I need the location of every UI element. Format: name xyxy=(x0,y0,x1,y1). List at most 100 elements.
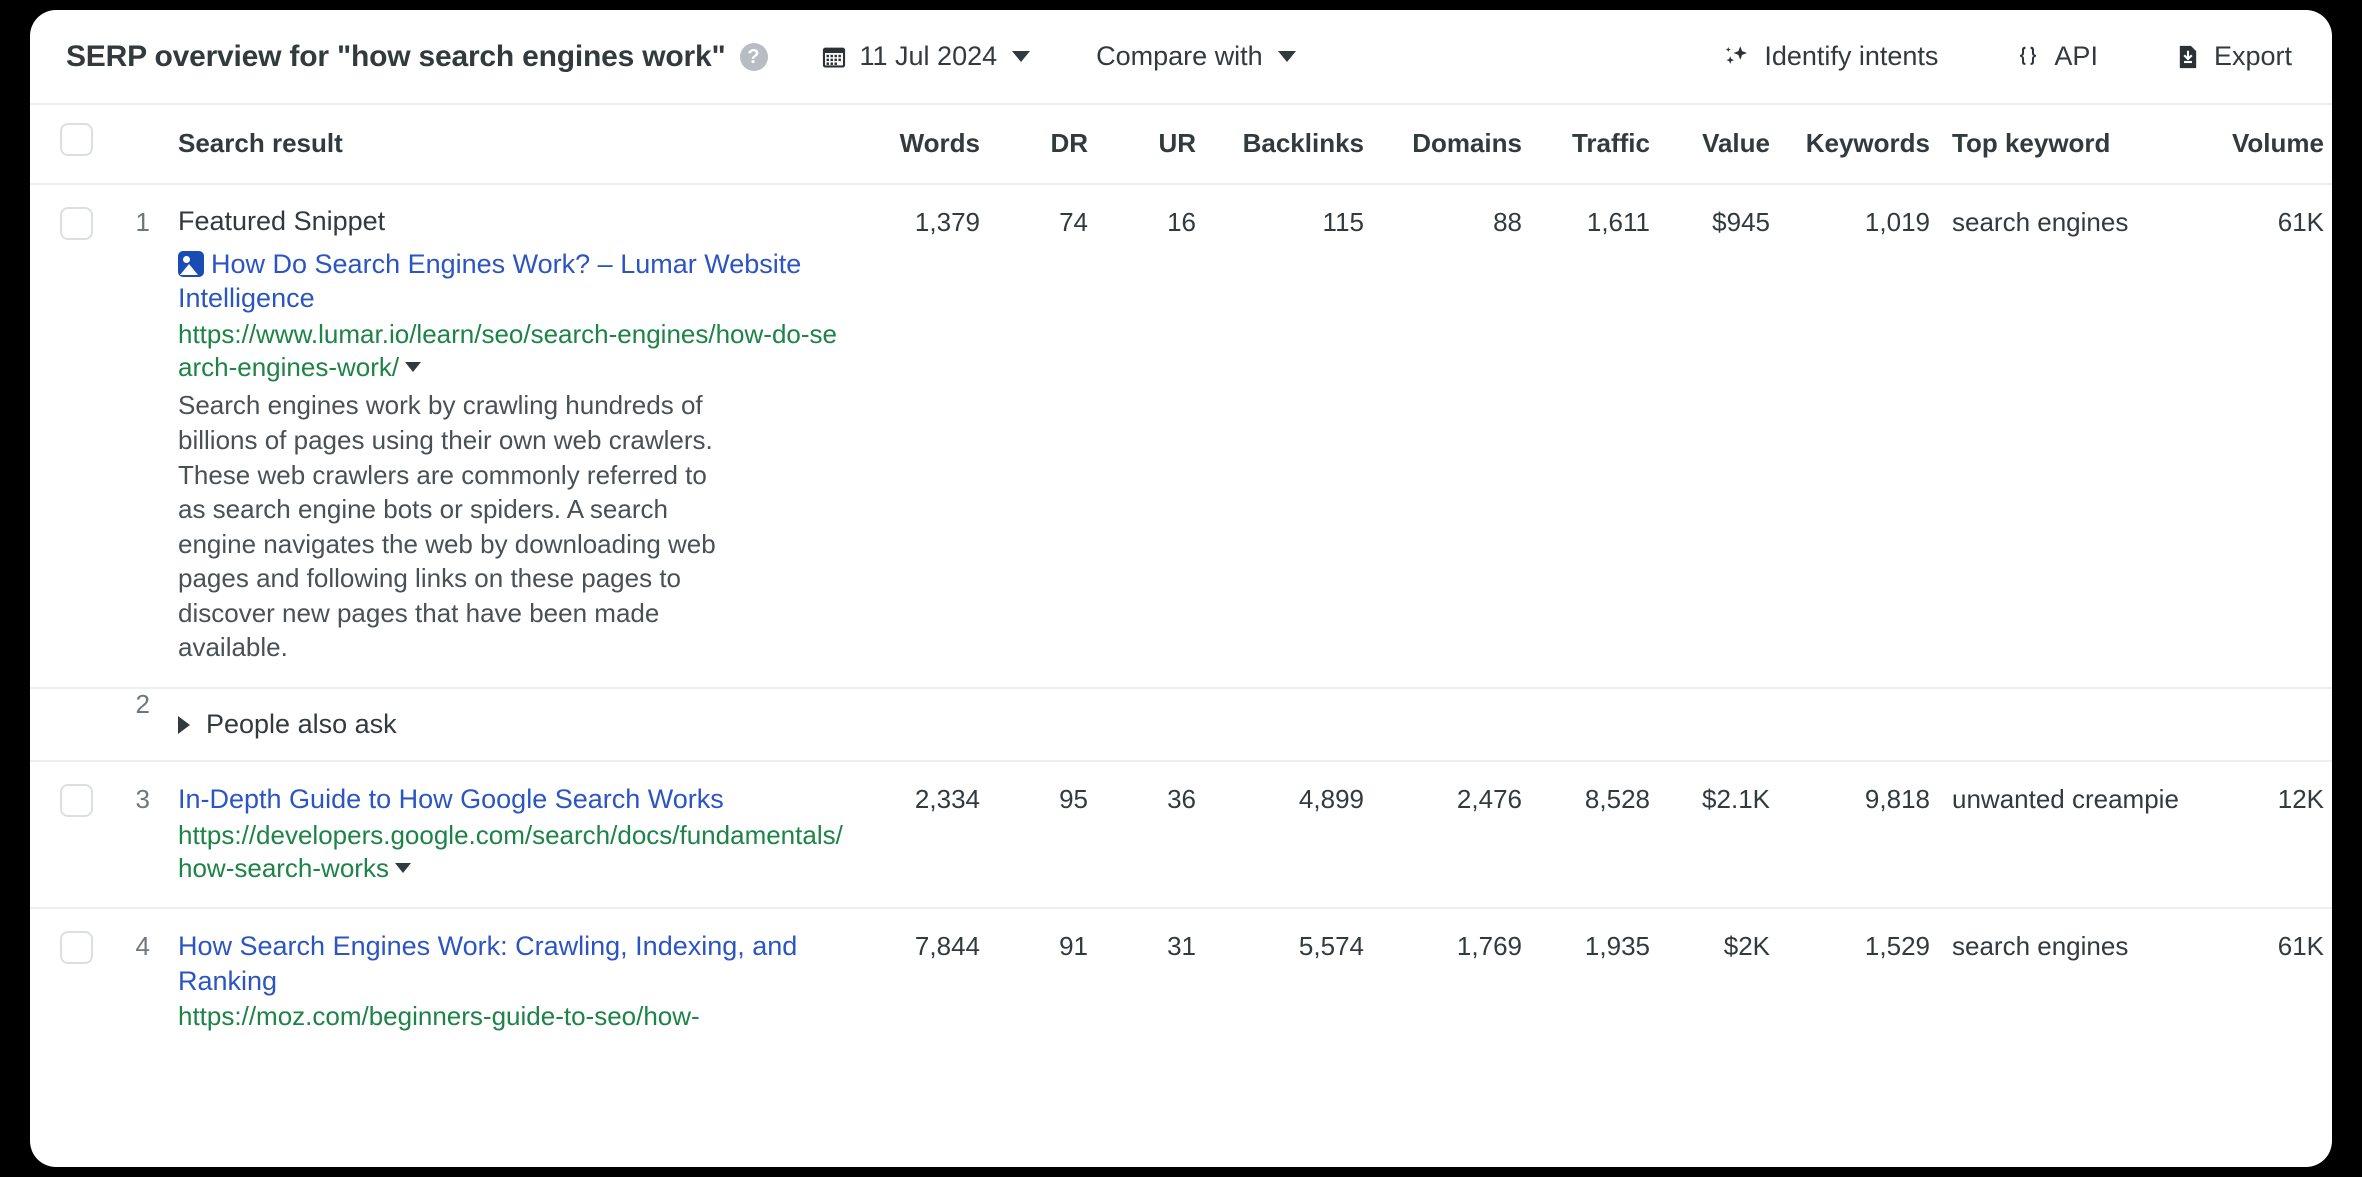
row-checkbox[interactable] xyxy=(60,207,93,240)
compare-with-button[interactable]: Compare with xyxy=(1096,43,1296,70)
chevron-down-icon xyxy=(1012,51,1031,62)
row-search-result: In-Depth Guide to How Google Search Work… xyxy=(150,761,850,910)
serp-results-table: Search result Words DR UR Backlinks Doma… xyxy=(30,105,2332,1055)
cell-volume: 61K xyxy=(2190,184,2332,689)
result-description: Search engines work by crawling hundreds… xyxy=(178,390,716,663)
row-position: 1 xyxy=(98,184,150,689)
identify-intents-label: Identify intents xyxy=(1764,41,1939,71)
chevron-right-icon[interactable] xyxy=(178,715,190,734)
column-header-volume[interactable]: Volume xyxy=(2190,105,2332,185)
row-checkbox[interactable] xyxy=(60,784,93,817)
calendar-icon xyxy=(820,43,848,71)
row-select-cell xyxy=(30,184,98,689)
help-circle-icon[interactable]: ? xyxy=(739,42,768,71)
cell-words: 1,379 xyxy=(850,184,980,689)
position-header xyxy=(98,105,150,185)
image-result-icon xyxy=(178,250,204,277)
column-header-domains[interactable]: Domains xyxy=(1364,105,1522,185)
row-position: 3 xyxy=(98,761,150,910)
row-select-cell xyxy=(30,908,98,1055)
column-header-backlinks[interactable]: Backlinks xyxy=(1196,105,1364,185)
row-search-result: People also ask xyxy=(150,688,2332,762)
row-position: 2 xyxy=(98,688,150,762)
api-button[interactable]: API xyxy=(2014,43,2098,71)
date-picker-label: 11 Jul 2024 xyxy=(859,41,998,71)
row-search-result: Featured Snippet How Do Search Engines W… xyxy=(150,184,850,689)
table-row: 1 Featured Snippet How Do Search Engines… xyxy=(30,184,2332,689)
column-header-dr[interactable]: DR xyxy=(980,105,1088,185)
row-select-cell xyxy=(30,688,98,762)
table-row: 3 In-Depth Guide to How Google Search Wo… xyxy=(30,761,2332,910)
cell-dr: 74 xyxy=(980,184,1088,689)
result-url[interactable]: https://developers.google.com/search/doc… xyxy=(178,819,850,886)
cell-top-keyword[interactable]: unwanted creampie xyxy=(1930,761,2190,910)
cell-volume: 61K xyxy=(2277,931,2324,962)
cell-domains[interactable]: 2,476 xyxy=(1364,761,1522,910)
result-title-text: How Do Search Engines Work? – Lumar Webs… xyxy=(178,248,802,314)
people-also-ask-label: People also ask xyxy=(206,709,397,739)
result-url-text: https://www.lumar.io/learn/seo/search-en… xyxy=(178,318,837,383)
cell-traffic: 8,528 xyxy=(1522,761,1650,910)
cell-value: $2K xyxy=(1723,931,1770,962)
compare-with-label: Compare with xyxy=(1096,41,1263,71)
select-all-checkbox[interactable] xyxy=(60,123,93,156)
table-header: Search result Words DR UR Backlinks Doma… xyxy=(30,105,2332,185)
row-checkbox[interactable] xyxy=(60,931,93,965)
download-file-icon xyxy=(2174,43,2202,71)
cell-keywords[interactable]: 9,818 xyxy=(1770,761,1930,910)
cell-backlinks[interactable]: 115 xyxy=(1196,184,1364,689)
chevron-down-icon xyxy=(1277,51,1296,62)
cell-top-keyword[interactable]: search engines xyxy=(1930,908,2190,1055)
cell-keywords[interactable]: 1,019 xyxy=(1770,184,1930,689)
result-title-link[interactable]: In-Depth Guide to How Google Search Work… xyxy=(178,782,850,817)
toolbar: SERP overview for "how search engines wo… xyxy=(30,10,2332,105)
export-label: Export xyxy=(2213,41,2292,71)
braces-icon xyxy=(2014,43,2042,71)
cell-backlinks[interactable]: 5,574 xyxy=(1196,908,1364,1055)
cell-domains[interactable]: 88 xyxy=(1364,184,1522,689)
column-header-top-keyword[interactable]: Top keyword xyxy=(1930,105,2190,185)
cell-top-keyword[interactable]: search engines xyxy=(1930,184,2190,689)
cell-value: $945 xyxy=(1650,184,1770,689)
cell-backlinks[interactable]: 4,899 xyxy=(1196,761,1364,910)
chevron-down-icon[interactable] xyxy=(405,362,422,373)
cell-traffic: 1,611 xyxy=(1522,184,1650,689)
cell-words: 2,334 xyxy=(850,761,980,910)
column-header-keywords[interactable]: Keywords xyxy=(1770,105,1930,185)
table-body: 1 Featured Snippet How Do Search Engines… xyxy=(30,184,2332,1055)
identify-intents-button[interactable]: Identify intents xyxy=(1722,42,1938,72)
chevron-down-icon[interactable] xyxy=(394,862,411,873)
column-header-ur[interactable]: UR xyxy=(1088,105,1196,185)
select-all-header xyxy=(30,105,98,185)
cell-volume: 12K xyxy=(2190,761,2332,910)
export-button[interactable]: Export xyxy=(2174,43,2292,71)
serp-overview-card: SERP overview for "how search engines wo… xyxy=(30,10,2332,1167)
result-title-link[interactable]: How Do Search Engines Work? – Lumar Webs… xyxy=(178,247,850,316)
row-search-result: How Search Engines Work: Crawling, Index… xyxy=(150,908,850,1055)
cell-dr: 91 xyxy=(1059,931,1088,962)
result-url[interactable]: https://www.lumar.io/learn/seo/search-en… xyxy=(178,318,850,385)
cell-ur: 16 xyxy=(1088,184,1196,689)
cell-ur: 36 xyxy=(1088,761,1196,910)
cell-value: $2.1K xyxy=(1650,761,1770,910)
page-title: SERP overview for "how search engines wo… xyxy=(66,39,726,73)
api-label: API xyxy=(2054,41,2098,71)
sparkles-icon xyxy=(1722,42,1752,72)
result-title-link[interactable]: How Search Engines Work: Crawling, Index… xyxy=(178,929,850,998)
column-header-traffic[interactable]: Traffic xyxy=(1522,105,1650,185)
featured-snippet-label: Featured Snippet xyxy=(178,206,386,236)
row-select-cell xyxy=(30,761,98,910)
row-position: 4 xyxy=(135,931,150,962)
cell-traffic: 1,935 xyxy=(1584,931,1650,962)
column-header-value[interactable]: Value xyxy=(1650,105,1770,185)
cell-domains[interactable]: 1,769 xyxy=(1364,908,1522,1055)
table-row: 2 People also ask xyxy=(30,688,2332,762)
result-url[interactable]: https://moz.com/beginners-guide-to-seo/h… xyxy=(178,1000,850,1033)
cell-dr: 95 xyxy=(980,761,1088,910)
cell-keywords[interactable]: 1,529 xyxy=(1770,908,1930,1055)
result-url-text: https://developers.google.com/search/doc… xyxy=(178,819,843,883)
date-picker-button[interactable]: 11 Jul 2024 xyxy=(820,43,1031,71)
column-header-words[interactable]: Words xyxy=(850,105,980,185)
table-row: 4 How Search Engines Work: Crawling, Ind… xyxy=(30,908,2332,1055)
column-header-search-result[interactable]: Search result xyxy=(150,105,850,185)
